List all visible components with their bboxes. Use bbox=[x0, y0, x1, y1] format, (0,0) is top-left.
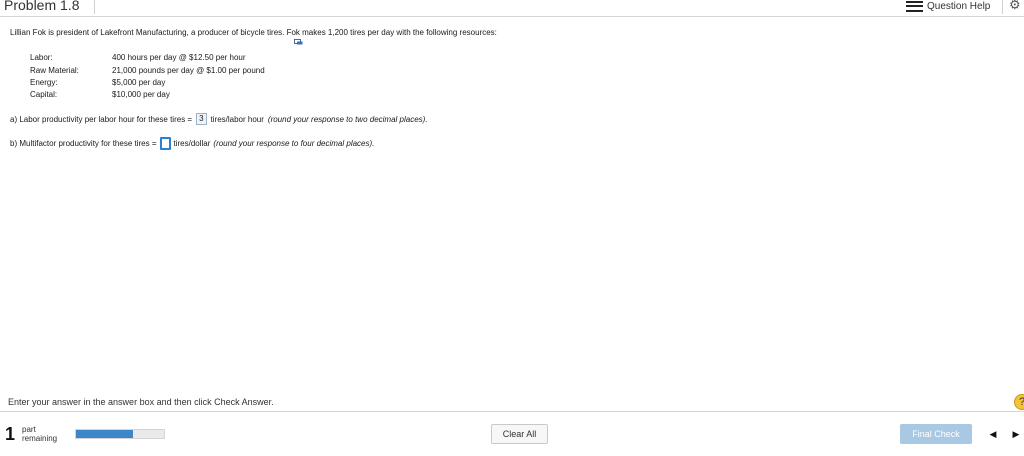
part-a-answer-field[interactable]: 3 bbox=[196, 113, 207, 125]
part-a-hint: (round your response to two decimal plac… bbox=[267, 114, 428, 124]
resource-value: $5,000 per day bbox=[112, 78, 166, 87]
footer-divider bbox=[0, 411, 1024, 412]
previous-arrow-icon[interactable]: ◀ bbox=[983, 424, 1003, 444]
resource-label: Labor: bbox=[30, 53, 53, 62]
part-b-unit: tires/dollar bbox=[173, 139, 211, 148]
next-arrow-icon[interactable]: ▶ bbox=[1006, 424, 1024, 444]
part-a-unit: tires/labor hour bbox=[210, 114, 264, 124]
resource-value: $10,000 per day bbox=[112, 90, 170, 99]
resource-label: Energy: bbox=[30, 78, 58, 87]
part-a-prompt: a) Labor productivity per labor hour for… bbox=[10, 114, 193, 124]
answer-instruction: Enter your answer in the answer box and … bbox=[8, 397, 274, 407]
parts-label-line2: remaining bbox=[22, 434, 58, 443]
header-bar: Problem 1.8 Question Help ⚙ bbox=[0, 0, 1024, 17]
resource-label: Capital: bbox=[30, 90, 58, 99]
title-divider bbox=[94, 0, 95, 14]
resource-value: 21,000 pounds per day @ $1.00 per pound bbox=[112, 66, 265, 75]
question-part-a: a) Labor productivity per labor hour for… bbox=[10, 113, 428, 125]
parts-remaining-count: 1 bbox=[5, 424, 16, 444]
final-check-button[interactable]: Final Check bbox=[900, 424, 972, 444]
hamburger-icon bbox=[906, 0, 923, 12]
help-bubble-icon[interactable]: ? bbox=[1014, 394, 1024, 410]
parts-remaining-label: part remaining bbox=[22, 425, 57, 443]
question-help-label: Question Help bbox=[927, 0, 991, 12]
problem-intro: Lillian Fok is president of Lakefront Ma… bbox=[10, 28, 497, 37]
question-part-b: b) Multifactor productivity for these ti… bbox=[10, 137, 374, 150]
resource-label: Raw Material: bbox=[30, 66, 79, 75]
gear-icon[interactable]: ⚙ bbox=[1009, 0, 1021, 13]
part-b-hint: (round your response to four decimal pla… bbox=[213, 139, 375, 148]
clear-all-button[interactable]: Clear All bbox=[491, 424, 548, 444]
question-help-button[interactable]: Question Help bbox=[906, 0, 990, 14]
parts-label-line1: part bbox=[22, 425, 36, 434]
progress-bar bbox=[75, 429, 165, 439]
copy-icon[interactable] bbox=[294, 39, 303, 45]
part-b-answer-field[interactable] bbox=[159, 137, 171, 150]
help-divider bbox=[1002, 0, 1003, 14]
progress-fill bbox=[76, 430, 134, 438]
page-title: Problem 1.8 bbox=[4, 0, 80, 13]
resource-value: 400 hours per day @ $12.50 per hour bbox=[112, 53, 246, 62]
part-b-prompt: b) Multifactor productivity for these ti… bbox=[10, 139, 157, 148]
